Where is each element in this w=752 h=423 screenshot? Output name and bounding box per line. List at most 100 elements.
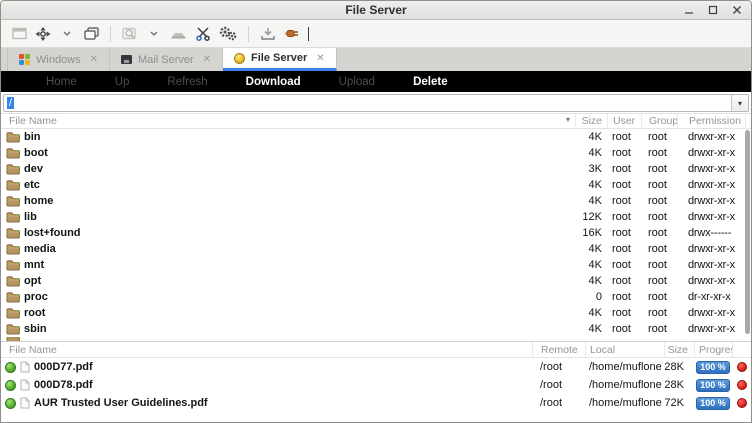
keyboard-button[interactable] [168,23,189,45]
session-button[interactable] [9,23,29,45]
file-name: lost+found [24,227,81,239]
tab-windows[interactable]: Windows ✕ [7,48,110,71]
duplicate-tab-icon [84,27,99,40]
find-dropdown[interactable] [144,23,164,45]
progress-badge: 100 % [696,397,730,410]
file-user: root [607,211,641,223]
file-group: root [641,147,677,159]
path-dropdown-button[interactable]: ▾ [731,95,748,111]
column-header-user[interactable]: User [607,114,641,128]
tab-file-server[interactable]: File Server ✕ [223,48,337,71]
path-input[interactable]: / [4,95,731,111]
column-header-remote[interactable]: Remote [532,342,585,357]
navigate-button[interactable] [33,23,53,45]
transfer-complete-icon [5,362,16,373]
maximize-button[interactable] [707,4,719,16]
download-button[interactable]: Download [227,76,320,88]
connect-button[interactable] [282,23,302,45]
tab-label: Mail Server [138,54,194,66]
tab-label: File Server [251,52,307,64]
refresh-button[interactable]: Refresh [148,76,226,88]
session-icon [12,27,27,40]
file-row[interactable]: boot 4K root root drwxr-xr-x [1,145,751,161]
find-button[interactable] [120,23,140,45]
close-button[interactable] [731,4,743,16]
file-group: root [641,323,677,335]
windows-logo-icon [19,54,30,65]
file-permission: dr-xr-xr-x [677,291,745,303]
column-header-file-name[interactable]: File Name ▾ [1,114,575,128]
minimize-icon [684,5,694,15]
folder-icon [6,323,20,335]
file-row[interactable]: proc 0 root root dr-xr-xr-x [1,289,751,305]
column-label: File Name [9,115,57,127]
file-user: root [607,147,641,159]
transfer-row[interactable]: AUR Trusted User Guidelines.pdf /root /h… [1,394,751,412]
tab-mail-server[interactable]: Mail Server ✕ [110,48,223,71]
file-row-partial[interactable] [1,337,751,341]
file-group: root [641,275,677,287]
transfer-local-path: /home/muflone [585,361,664,373]
transfer-complete-icon [5,398,16,409]
document-icon [20,379,30,391]
column-header-size[interactable]: Size [575,114,607,128]
file-size: 4K [575,179,607,191]
column-label: File Name [9,344,57,356]
folder-icon [6,163,20,175]
home-button[interactable]: Home [27,76,96,88]
tab-close-icon[interactable]: ✕ [203,54,211,65]
file-row[interactable]: home 4K root root drwxr-xr-x [1,193,751,209]
services-button[interactable] [217,23,239,45]
file-permission: drwxr-xr-x [677,307,745,319]
file-row[interactable]: dev 3K root root drwxr-xr-x [1,161,751,177]
file-row[interactable]: root 4K root root drwxr-xr-x [1,305,751,321]
file-row[interactable]: etc 4K root root drwxr-xr-x [1,177,751,193]
chevron-down-icon [63,31,71,36]
file-row[interactable]: mnt 4K root root drwxr-xr-x [1,257,751,273]
file-list-header: File Name ▾ Size User Group Permission [1,114,751,129]
up-button[interactable]: Up [96,76,149,88]
file-row[interactable]: lib 12K root root drwxr-xr-x [1,209,751,225]
column-header-local[interactable]: Local [585,342,664,357]
file-permission: drwxr-xr-x [677,243,745,255]
upload-button[interactable]: Upload [320,76,394,88]
window-title: File Server [1,3,751,17]
duplicate-tab-button[interactable] [81,23,101,45]
column-header-permission[interactable]: Permission [677,114,745,128]
column-label: Remote [541,344,578,356]
file-row[interactable]: media 4K root root drwxr-xr-x [1,241,751,257]
transfer-row[interactable]: 000D77.pdf /root /home/muflone 28K 100 % [1,358,751,376]
file-row[interactable]: lost+found 16K root root drwx------ [1,225,751,241]
file-row[interactable]: sbin 4K root root drwxr-xr-x [1,321,751,337]
transfer-local-path: /home/muflone [585,379,664,391]
minimize-button[interactable] [683,4,695,16]
column-label: Permission [689,115,741,127]
column-header-size[interactable]: Size [664,342,694,357]
transfer-local-path: /home/muflone [585,397,664,409]
delete-button[interactable]: Delete [394,76,467,88]
column-header-file-name[interactable]: File Name [1,342,532,357]
title-bar: File Server [1,1,751,20]
download-button-toolbar[interactable] [258,23,278,45]
file-row[interactable]: bin 4K root root drwxr-xr-x [1,129,751,145]
tab-close-icon[interactable]: ✕ [90,54,98,65]
app-window: File Server [0,0,752,423]
column-header-progress[interactable]: Progress [694,342,732,357]
file-row[interactable]: opt 4K root root drwxr-xr-x [1,273,751,289]
navigate-dropdown[interactable] [57,23,77,45]
transfer-row[interactable]: 000D78.pdf /root /home/muflone 28K 100 % [1,376,751,394]
folder-icon [6,243,20,255]
vertical-scrollbar[interactable] [745,130,750,340]
document-icon [20,361,30,373]
column-header-group[interactable]: Group [641,114,677,128]
navigate-icon [35,27,51,41]
tools-button[interactable] [193,23,213,45]
transfer-remote-path: /root [532,379,585,391]
path-combobox[interactable]: / ▾ [3,94,749,112]
window-controls [683,1,743,19]
scrollbar-thumb[interactable] [745,130,750,334]
stop-status-icon [737,362,747,372]
services-gears-icon [219,26,237,41]
file-user: root [607,227,641,239]
tab-close-icon[interactable]: ✕ [316,53,324,64]
